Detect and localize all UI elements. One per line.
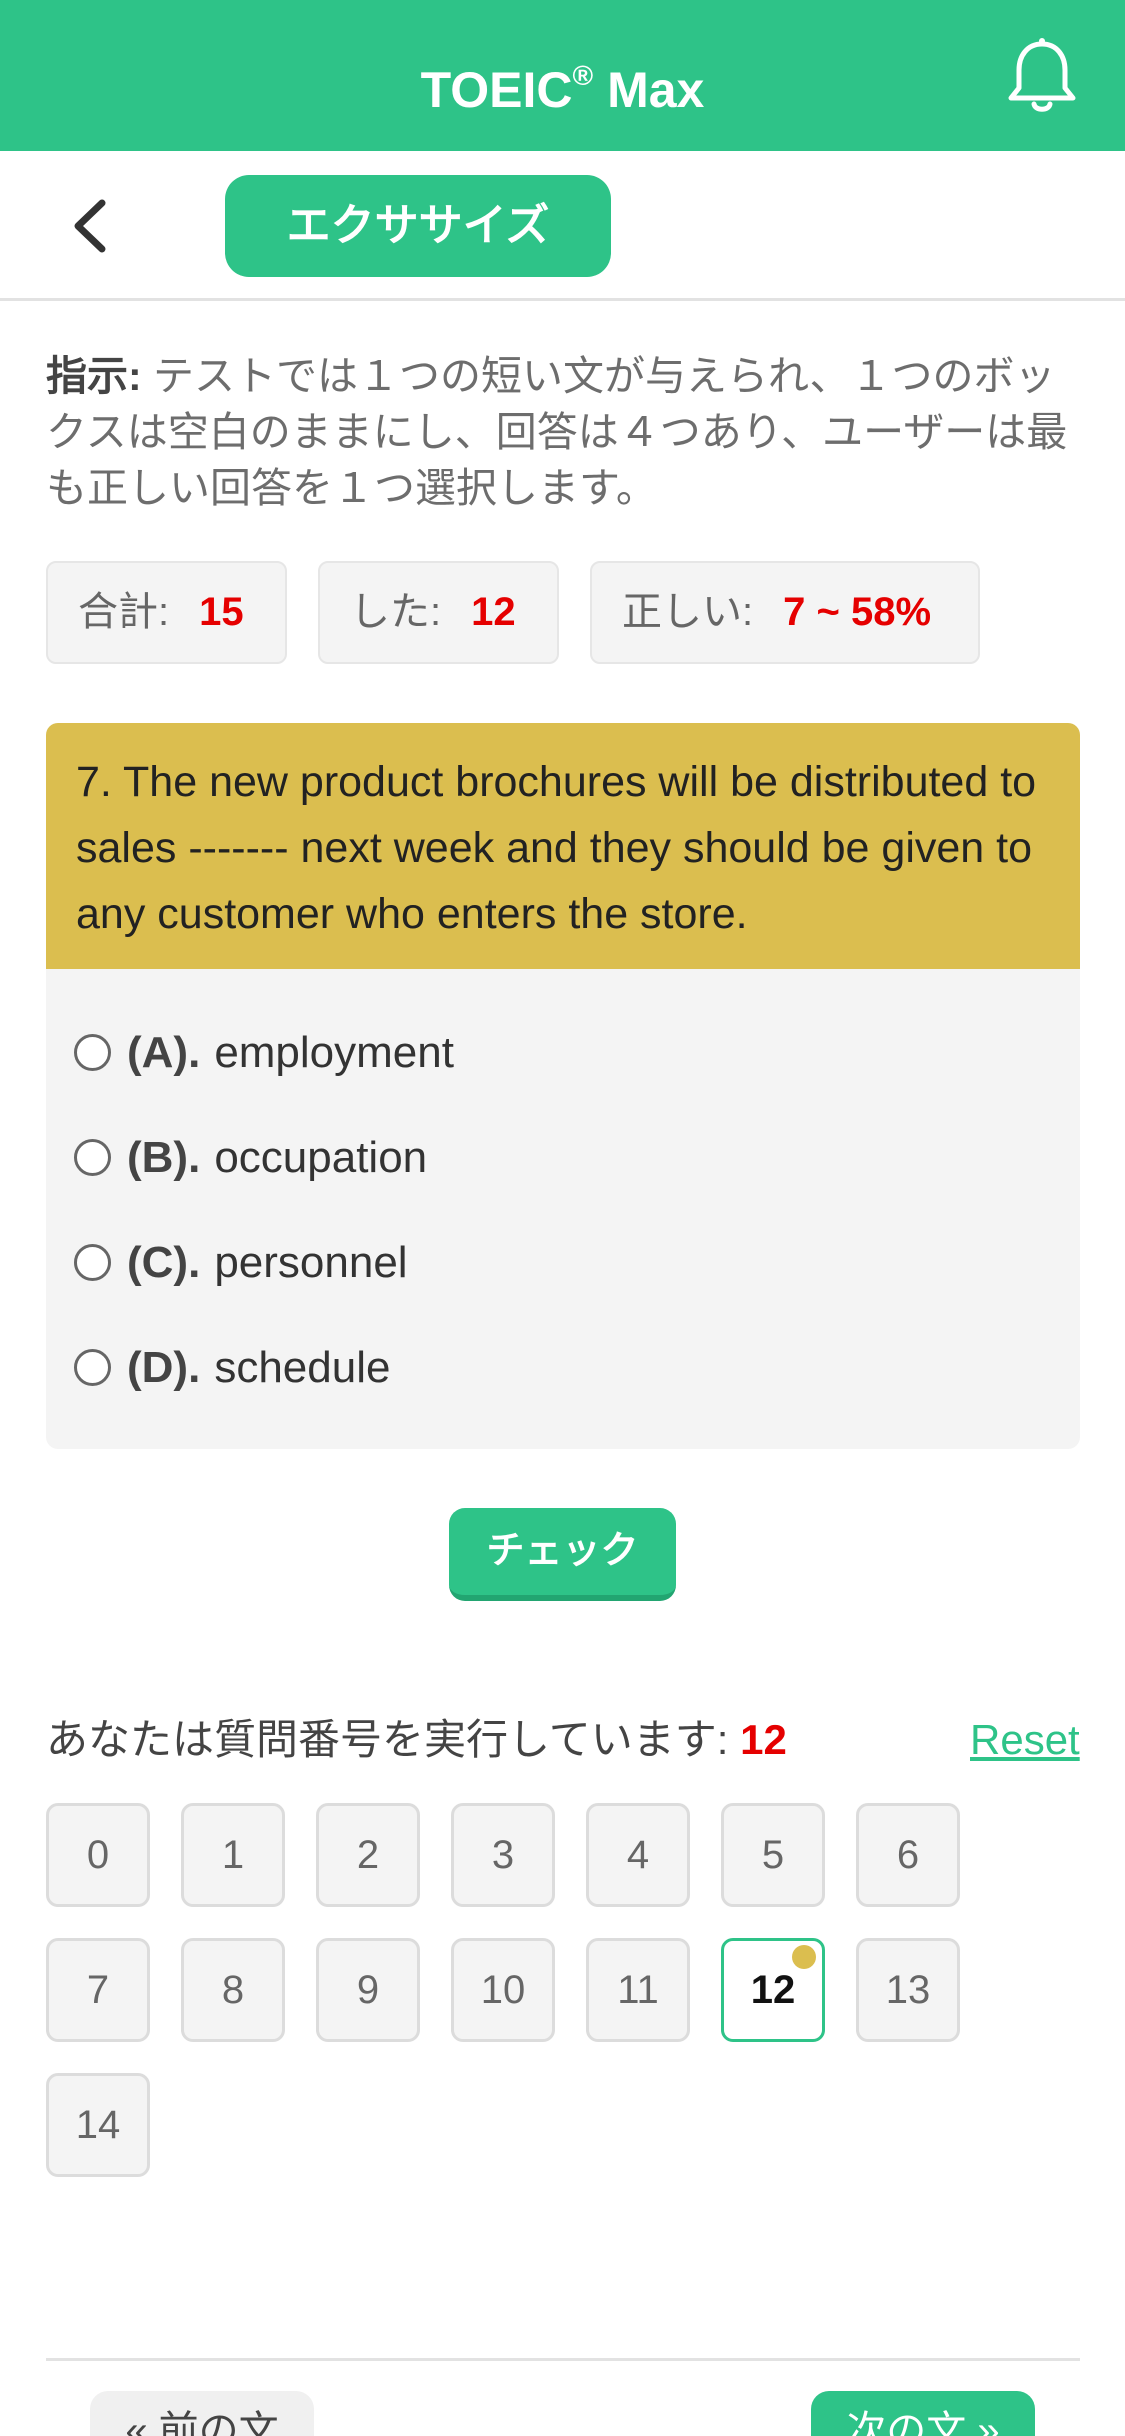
question-number-label: 12: [750, 1968, 796, 2012]
radio-icon[interactable]: [74, 1033, 111, 1071]
instruction-body: テストでは１つの短い文が与えられ、１つのボックスは空白のままにし、回答は４つあり…: [46, 353, 1068, 511]
option-text: employment: [214, 1028, 454, 1077]
prev-sentence-button[interactable]: « 前の文: [90, 2391, 314, 2436]
question-number-12[interactable]: 12: [721, 1938, 825, 2042]
radio-icon[interactable]: [74, 1243, 111, 1281]
question-number-label: 4: [626, 1833, 650, 1877]
question-number-14[interactable]: 14: [46, 2073, 150, 2177]
question-number-6[interactable]: 6: [856, 1803, 960, 1907]
chevron-left-icon[interactable]: [62, 191, 122, 261]
question-number-11[interactable]: 11: [586, 1938, 690, 2042]
question-number-2[interactable]: 2: [316, 1803, 420, 1907]
question-number-8[interactable]: 8: [181, 1938, 285, 2042]
app-title-text: TOEIC: [420, 62, 573, 118]
divider: [46, 2358, 1080, 2361]
question-number-1[interactable]: 1: [181, 1803, 285, 1907]
reset-link[interactable]: Reset: [970, 1710, 1080, 1770]
question-number-9[interactable]: 9: [316, 1938, 420, 2042]
question-number-3[interactable]: 3: [451, 1803, 555, 1907]
option-text: personnel: [214, 1238, 408, 1287]
question-number-label: 2: [356, 1833, 380, 1877]
option-d[interactable]: (D). schedule: [74, 1328, 390, 1408]
sub-header: エクササイズ: [0, 151, 1125, 301]
option-text: occupation: [214, 1133, 428, 1182]
radio-icon[interactable]: [74, 1348, 111, 1386]
stat-label: 合計:: [78, 590, 170, 634]
bell-icon[interactable]: [1005, 36, 1079, 116]
question-number-label: 3: [491, 1833, 515, 1877]
current-indicator-dot: [792, 1945, 816, 1969]
question-number-label: 7: [86, 1968, 110, 2012]
question-number-label: 0: [86, 1833, 110, 1877]
question-text: 7. The new product brochures will be dis…: [46, 723, 1080, 969]
option-c[interactable]: (C). personnel: [74, 1223, 408, 1303]
question-number-10[interactable]: 10: [451, 1938, 555, 2042]
option-key: (A).: [127, 1028, 201, 1077]
stat-label: した:: [350, 590, 442, 634]
instruction-text: 指示: テストでは１つの短い文が与えられ、１つのボックスは空白のままにし、回答は…: [46, 348, 1076, 516]
question-number-13[interactable]: 13: [856, 1938, 960, 2042]
option-text: schedule: [214, 1343, 391, 1392]
question-number-label: 8: [221, 1968, 245, 2012]
question-number-label: 14: [75, 2103, 121, 2147]
radio-icon[interactable]: [74, 1138, 111, 1176]
check-button[interactable]: チェック: [449, 1508, 676, 1601]
stat-correct: 正しい: 7 ~ 58%: [590, 561, 980, 664]
question-number-5[interactable]: 5: [721, 1803, 825, 1907]
question-card: 7. The new product brochures will be dis…: [46, 723, 1080, 1449]
instruction-label: 指示:: [46, 353, 142, 399]
option-key: (C).: [127, 1238, 201, 1287]
question-number-label: 10: [480, 1968, 526, 2012]
stat-value: 12: [471, 590, 516, 634]
question-number-0[interactable]: 0: [46, 1803, 150, 1907]
question-number-label: 5: [761, 1833, 785, 1877]
question-number-4[interactable]: 4: [586, 1803, 690, 1907]
next-sentence-button[interactable]: 次の文 »: [811, 2391, 1035, 2436]
question-number-label: 11: [617, 1968, 659, 2012]
option-b[interactable]: (B). occupation: [74, 1118, 427, 1198]
option-key: (B).: [127, 1133, 201, 1182]
app-title-suffix: Max: [593, 62, 705, 118]
progress-label: あなたは質問番号を実行しています: 12: [46, 1710, 787, 1770]
question-number-label: 13: [885, 1968, 931, 2012]
question-number-7[interactable]: 7: [46, 1938, 150, 2042]
stat-value: 15: [199, 590, 244, 634]
stat-value: 7 ~ 58%: [783, 590, 932, 634]
registered-mark: ®: [572, 60, 594, 91]
option-a[interactable]: (A). employment: [74, 1013, 454, 1093]
question-number-label: 1: [221, 1833, 245, 1877]
question-number-label: 6: [896, 1833, 920, 1877]
question-number-label: 9: [356, 1968, 380, 2012]
app-title: TOEIC® Max: [0, 0, 1125, 151]
current-question-number: 12: [740, 1716, 787, 1763]
stat-done: した: 12: [318, 561, 559, 664]
progress-text: あなたは質問番号を実行しています:: [46, 1716, 741, 1763]
exercise-tab[interactable]: エクササイズ: [225, 175, 611, 277]
stat-label: 正しい:: [622, 590, 754, 634]
option-key: (D).: [127, 1343, 201, 1392]
stat-total: 合計: 15: [46, 561, 287, 664]
